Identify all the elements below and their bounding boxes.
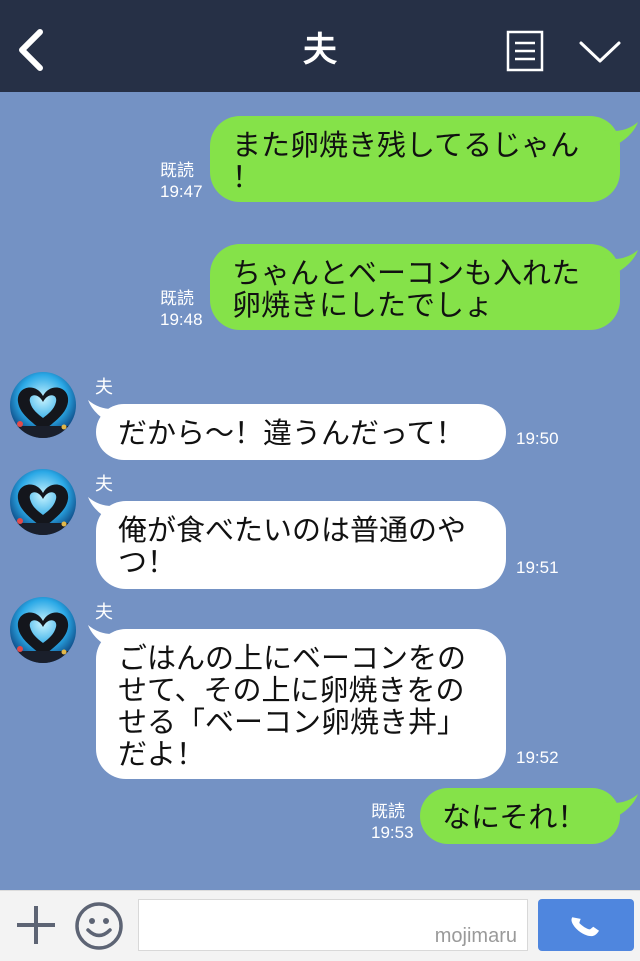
message-line: ちゃんとベーコンも入れた <box>232 256 581 290</box>
message-time: 19:52 <box>516 748 559 767</box>
message-line: だよ！ <box>118 737 206 771</box>
sender-name: 夫 <box>95 474 113 495</box>
message-row-incoming: 夫 ごはんの上にベーコンをの せて、その上に卵焼きをの せる「ベーコン卵焼き丼」… <box>0 595 640 780</box>
message-time: 19:47 <box>160 182 203 201</box>
read-receipt: 既読 19:47 <box>160 160 203 202</box>
message-bubble[interactable]: ごはんの上にベーコンをの せて、その上に卵焼きをの せる「ベーコン卵焼き丼」 だ… <box>96 629 506 779</box>
bubble-tail <box>604 122 638 148</box>
read-label: 既読 <box>160 289 194 308</box>
call-button[interactable] <box>538 899 634 951</box>
message-row-incoming: 夫 だから〜！違うんだって！ 19:50 <box>0 370 640 465</box>
collapse-button[interactable] <box>578 38 622 66</box>
plus-icon <box>17 906 55 944</box>
message-row-incoming: 夫 俺が食べたいのは普通のや つ！ 19:51 <box>0 467 640 592</box>
message-time: 19:51 <box>516 558 559 577</box>
emoji-button[interactable] <box>74 901 124 951</box>
heart-hands-avatar-icon <box>10 372 76 438</box>
read-label: 既読 <box>371 802 405 821</box>
message-bubble[interactable]: なにそれ！ <box>420 788 620 844</box>
message-line: 俺が食べたいのは普通のや <box>118 513 467 547</box>
message-row-outgoing: 既読 19:47 また卵焼き残してるじゃん ！ <box>0 114 640 206</box>
bubble-tail <box>604 250 638 276</box>
chevron-down-icon <box>579 41 621 63</box>
read-receipt: 既読 19:53 <box>371 801 414 843</box>
message-input[interactable]: mojimaru <box>138 899 528 951</box>
heart-hands-avatar-icon <box>10 597 76 663</box>
message-bubble[interactable]: 俺が食べたいのは普通のや つ！ <box>96 501 506 589</box>
read-label: 既読 <box>160 161 194 180</box>
menu-button[interactable] <box>506 30 544 72</box>
message-line: つ！ <box>118 545 177 579</box>
message-bubble[interactable]: だから〜！違うんだって！ <box>96 404 506 460</box>
chat-title: 夫 <box>303 30 337 70</box>
message-line: ！ <box>232 160 262 194</box>
message-line: せる「ベーコン卵焼き丼」 <box>118 705 467 739</box>
message-bubble[interactable]: ちゃんとベーコンも入れた 卵焼きにしたでしょ <box>210 244 620 330</box>
message-input-bar: mojimaru <box>0 890 640 961</box>
chat-header: 夫 <box>0 0 640 92</box>
message-line: また卵焼き残してるじゃん <box>232 128 580 162</box>
watermark: mojimaru <box>434 925 517 947</box>
message-time: 19:48 <box>160 310 203 329</box>
phone-icon <box>571 917 600 937</box>
message-line: せて、その上に卵焼きをの <box>118 673 465 707</box>
sender-name: 夫 <box>95 377 113 398</box>
message-time: 19:50 <box>516 429 559 448</box>
message-line: ごはんの上にベーコンをの <box>118 641 467 675</box>
message-time: 19:53 <box>371 823 414 842</box>
message-line: なにそれ！ <box>442 800 587 834</box>
emoji-icon <box>75 902 123 950</box>
avatar[interactable] <box>10 372 76 438</box>
message-line: だから〜！違うんだって！ <box>118 416 465 450</box>
avatar[interactable] <box>10 469 76 535</box>
bubble-tail <box>604 794 638 820</box>
sender-name: 夫 <box>95 602 113 623</box>
add-attachment-button[interactable] <box>14 903 58 947</box>
message-line: 卵焼きにしたでしょ <box>232 288 494 322</box>
message-row-outgoing: 既読 19:48 ちゃんとベーコンも入れた 卵焼きにしたでしょ <box>0 242 640 334</box>
message-row-outgoing: 既読 19:53 なにそれ！ <box>0 786 640 846</box>
avatar[interactable] <box>10 597 76 663</box>
message-bubble[interactable]: また卵焼き残してるじゃん ！ <box>210 116 620 202</box>
read-receipt: 既読 19:48 <box>160 288 203 330</box>
heart-hands-avatar-icon <box>10 469 76 535</box>
menu-list-icon <box>506 30 544 72</box>
